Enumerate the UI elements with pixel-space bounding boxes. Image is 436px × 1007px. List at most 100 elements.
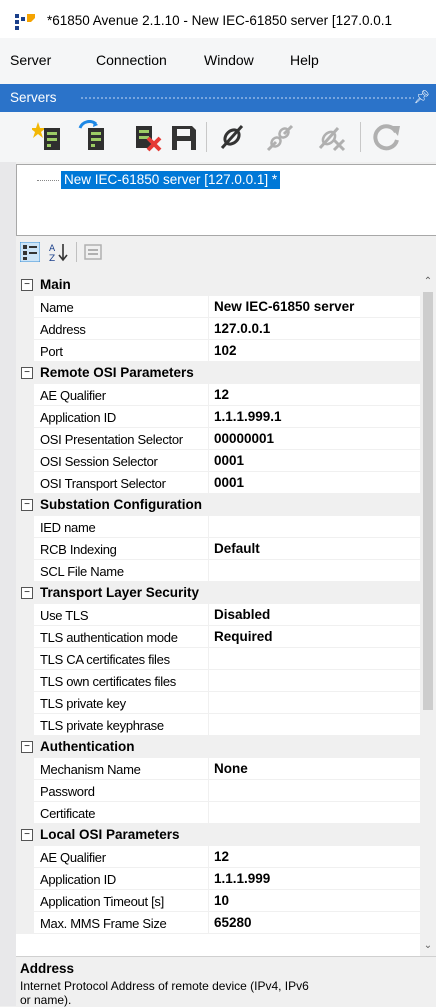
property-row-application-timeout[interactable]: Application Timeout [s] 10	[16, 890, 420, 912]
panel-grip[interactable]	[80, 96, 414, 100]
property-value[interactable]: 10	[214, 893, 229, 908]
property-row-password[interactable]: Password	[16, 780, 420, 802]
column-divider[interactable]	[208, 604, 209, 626]
property-row-certificate[interactable]: Certificate	[16, 802, 420, 824]
column-divider[interactable]	[208, 670, 209, 692]
menu-connection[interactable]: Connection	[96, 52, 167, 68]
column-divider[interactable]	[208, 648, 209, 670]
collapse-icon[interactable]: −	[21, 741, 33, 753]
disconnect-icon[interactable]	[264, 120, 296, 154]
collapse-icon[interactable]: −	[21, 279, 33, 291]
connect-icon[interactable]	[216, 120, 248, 154]
tree-node-server[interactable]: New IEC-61850 server [127.0.0.1] *	[61, 171, 281, 189]
property-row-use-tls[interactable]: Use TLS Disabled	[16, 604, 420, 626]
property-row-rcb-indexing[interactable]: RCB Indexing Default	[16, 538, 420, 560]
column-divider[interactable]	[208, 428, 209, 450]
new-server-icon[interactable]	[32, 120, 64, 154]
column-divider[interactable]	[208, 714, 209, 736]
categorized-icon[interactable]	[20, 242, 40, 262]
scrollbar-thumb[interactable]	[423, 292, 433, 710]
remove-server-icon[interactable]	[132, 120, 164, 154]
vertical-scrollbar[interactable]: ⌃ ⌄	[420, 274, 436, 956]
menu-window[interactable]: Window	[204, 52, 254, 68]
category-local-osi[interactable]: − Local OSI Parameters	[16, 824, 420, 846]
category-authentication[interactable]: − Authentication	[16, 736, 420, 758]
property-row-application-id[interactable]: Application ID 1.1.1.999.1	[16, 406, 420, 428]
property-row-tls-ca-files[interactable]: TLS CA certificates files	[16, 648, 420, 670]
column-divider[interactable]	[208, 846, 209, 868]
category-remote-osi[interactable]: − Remote OSI Parameters	[16, 362, 420, 384]
collapse-icon[interactable]: −	[21, 367, 33, 379]
property-row-transport-selector[interactable]: OSI Transport Selector 0001	[16, 472, 420, 494]
property-value[interactable]: 65280	[214, 915, 252, 930]
property-value[interactable]: 127.0.0.1	[214, 321, 270, 336]
menu-help[interactable]: Help	[290, 52, 319, 68]
property-row-tls-keyphrase[interactable]: TLS private keyphrase	[16, 714, 420, 736]
column-divider[interactable]	[208, 296, 209, 318]
alphabetical-icon[interactable]: A Z	[48, 241, 70, 263]
row-gutter	[16, 296, 34, 318]
property-row-tls-own-files[interactable]: TLS own certificates files	[16, 670, 420, 692]
column-divider[interactable]	[208, 406, 209, 428]
column-divider[interactable]	[208, 626, 209, 648]
category-substation-configuration[interactable]: − Substation Configuration	[16, 494, 420, 516]
pin-icon[interactable]: 📌︎	[413, 89, 430, 105]
abort-icon[interactable]	[316, 120, 348, 154]
column-divider[interactable]	[208, 692, 209, 714]
category-main[interactable]: − Main	[16, 274, 420, 296]
scroll-up-icon[interactable]: ⌃	[422, 276, 434, 288]
property-value[interactable]: 0001	[214, 475, 244, 490]
column-divider[interactable]	[208, 384, 209, 406]
column-divider[interactable]	[208, 538, 209, 560]
property-row-max-mms-frame-size[interactable]: Max. MMS Frame Size 65280	[16, 912, 420, 934]
property-row-presentation-selector[interactable]: OSI Presentation Selector 00000001	[16, 428, 420, 450]
property-value[interactable]: New IEC-61850 server	[214, 299, 354, 314]
property-row-scl-file-name[interactable]: SCL File Name	[16, 560, 420, 582]
refresh-icon[interactable]	[370, 120, 402, 154]
column-divider[interactable]	[208, 780, 209, 802]
menu-server[interactable]: Server	[10, 52, 51, 68]
property-value[interactable]: Required	[214, 629, 273, 644]
column-divider[interactable]	[208, 450, 209, 472]
column-divider[interactable]	[208, 340, 209, 362]
property-value[interactable]: Disabled	[214, 607, 270, 622]
description-title: Address	[20, 961, 75, 976]
property-row-ied-name[interactable]: IED name	[16, 516, 420, 538]
column-divider[interactable]	[208, 318, 209, 340]
property-row-ae-qualifier[interactable]: AE Qualifier 12	[16, 384, 420, 406]
property-value[interactable]: None	[214, 761, 248, 776]
category-transport-layer-security[interactable]: − Transport Layer Security	[16, 582, 420, 604]
scroll-down-icon[interactable]: ⌄	[422, 940, 434, 952]
column-divider[interactable]	[208, 472, 209, 494]
property-row-tls-private-key[interactable]: TLS private key	[16, 692, 420, 714]
collapse-icon[interactable]: −	[21, 499, 33, 511]
property-value[interactable]: 00000001	[214, 431, 274, 446]
property-row-port[interactable]: Port 102	[16, 340, 420, 362]
property-row-local-application-id[interactable]: Application ID 1.1.1.999	[16, 868, 420, 890]
collapse-icon[interactable]: −	[21, 587, 33, 599]
property-row-mechanism-name[interactable]: Mechanism Name None	[16, 758, 420, 780]
property-value[interactable]: 1.1.1.999	[214, 871, 270, 886]
column-divider[interactable]	[208, 758, 209, 780]
property-row-session-selector[interactable]: OSI Session Selector 0001	[16, 450, 420, 472]
property-row-address[interactable]: Address 127.0.0.1	[16, 318, 420, 340]
collapse-icon[interactable]: −	[21, 829, 33, 841]
column-divider[interactable]	[208, 912, 209, 934]
property-value[interactable]: 12	[214, 849, 229, 864]
column-divider[interactable]	[208, 802, 209, 824]
property-row-tls-auth-mode[interactable]: TLS authentication mode Required	[16, 626, 420, 648]
property-value[interactable]: 102	[214, 343, 237, 358]
property-row-local-ae-qualifier[interactable]: AE Qualifier 12	[16, 846, 420, 868]
property-value[interactable]: 12	[214, 387, 229, 402]
column-divider[interactable]	[208, 516, 209, 538]
property-row-name[interactable]: Name New IEC-61850 server	[16, 296, 420, 318]
column-divider[interactable]	[208, 890, 209, 912]
connect-server-icon[interactable]	[76, 120, 108, 154]
save-icon[interactable]	[168, 120, 200, 154]
property-value[interactable]: 0001	[214, 453, 244, 468]
property-pages-icon[interactable]	[84, 243, 102, 261]
property-value[interactable]: Default	[214, 541, 260, 556]
column-divider[interactable]	[208, 560, 209, 582]
column-divider[interactable]	[208, 868, 209, 890]
property-value[interactable]: 1.1.1.999.1	[214, 409, 282, 424]
